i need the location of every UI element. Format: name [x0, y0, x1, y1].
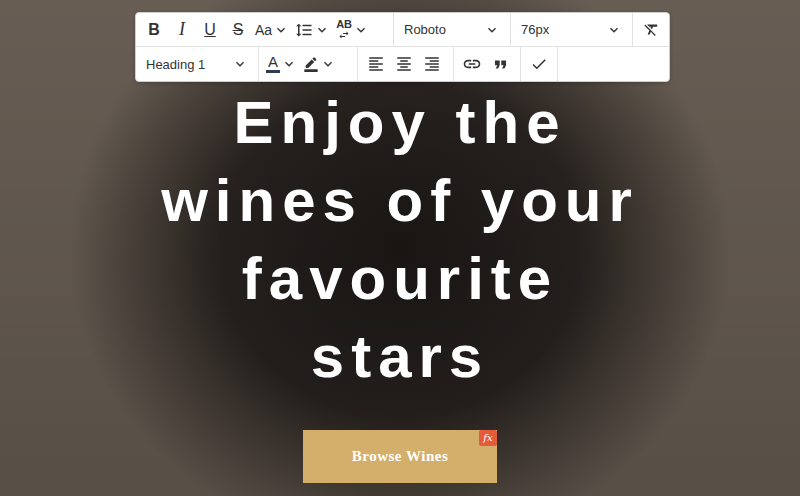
- heading-line: Enjoy the: [233, 84, 566, 162]
- clear-group: [633, 13, 669, 46]
- align-center-button[interactable]: [390, 50, 418, 78]
- heading-line: wines of your: [161, 162, 639, 240]
- link-icon: [462, 54, 482, 74]
- font-size-select[interactable]: 76px: [515, 16, 628, 44]
- confirm-button[interactable]: [525, 50, 553, 78]
- highlight-button[interactable]: [300, 50, 339, 78]
- text-toolbar: BIUSAa AB Roboto 76px Heading 1 A: [135, 12, 670, 82]
- chevron-down-icon: [232, 56, 248, 72]
- chevron-down-icon: [484, 22, 500, 38]
- align-left-icon: [367, 55, 385, 73]
- fx-badge[interactable]: fx: [479, 430, 497, 446]
- bold-button[interactable]: B: [140, 16, 168, 44]
- heading-line: favourite: [242, 240, 558, 318]
- letter-spacing-button[interactable]: AB: [333, 16, 372, 44]
- align-right-icon: [423, 55, 441, 73]
- color-group: A: [259, 47, 358, 81]
- line-height-button[interactable]: [292, 16, 333, 44]
- chevron-down-icon: [314, 22, 330, 38]
- text-case-button[interactable]: Aa: [252, 16, 292, 44]
- quote-button[interactable]: [486, 50, 514, 78]
- heading-line: stars: [311, 318, 489, 396]
- font-family-select[interactable]: Roboto: [398, 16, 506, 44]
- align-left-button[interactable]: [362, 50, 390, 78]
- align-center-icon: [395, 55, 413, 73]
- link-button[interactable]: [458, 50, 486, 78]
- quote-icon: [491, 55, 510, 74]
- align-right-button[interactable]: [418, 50, 446, 78]
- chevron-down-icon: [281, 56, 297, 72]
- insert-group: [454, 47, 521, 81]
- browse-wines-button[interactable]: Browse Wines: [303, 430, 497, 483]
- block-style-group: Heading 1: [136, 47, 259, 81]
- clear-format-icon: [643, 21, 660, 38]
- align-group: [358, 47, 454, 81]
- chevron-down-icon: [273, 22, 289, 38]
- font-size-group: 76px: [511, 13, 633, 46]
- chevron-down-icon: [606, 22, 622, 38]
- confirm-group: [521, 47, 558, 81]
- chevron-down-icon: [320, 56, 336, 72]
- toolbar-row: Heading 1 A: [136, 47, 669, 81]
- hero-heading[interactable]: Enjoy thewines of yourfavouritestars: [161, 84, 639, 396]
- strike-button[interactable]: S: [224, 16, 252, 44]
- color-bar: [266, 70, 280, 73]
- check-icon: [530, 55, 548, 73]
- highlighter-icon: [303, 56, 319, 72]
- italic-button[interactable]: I: [168, 16, 196, 44]
- hero-section: BIUSAa AB Roboto 76px Heading 1 A Enjoy thewin…: [0, 0, 800, 496]
- font-family-group: Roboto: [394, 13, 511, 46]
- chevron-down-icon: [353, 22, 369, 38]
- text-color-button[interactable]: A: [263, 50, 300, 78]
- format-group: BIUSAa AB: [136, 13, 394, 46]
- underline-button[interactable]: U: [196, 16, 224, 44]
- spacing-arrow-icon: [338, 29, 350, 41]
- cta-wrapper: Browse Winesfx: [303, 430, 497, 483]
- toolbar-row: BIUSAa AB Roboto 76px: [136, 13, 669, 47]
- line-height-icon: [295, 21, 313, 39]
- clear-format-button[interactable]: [637, 16, 665, 44]
- block-style-select[interactable]: Heading 1: [140, 50, 254, 78]
